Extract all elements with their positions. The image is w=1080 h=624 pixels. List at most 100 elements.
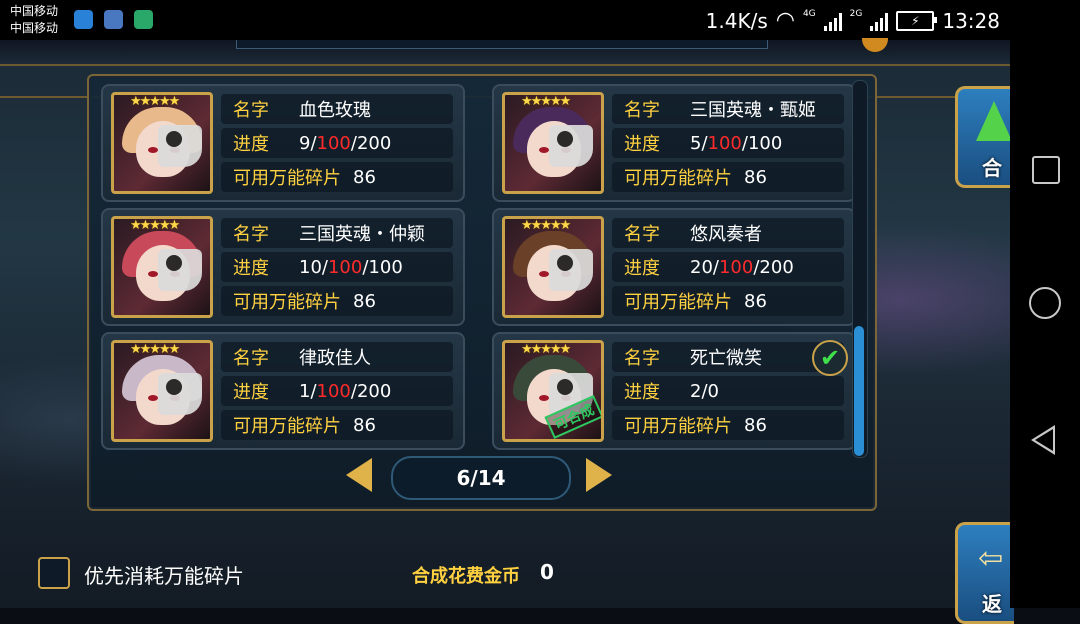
puzzle-piece-icon [549,125,593,167]
back-nav-icon[interactable] [1031,425,1055,455]
network-4g-label: 4G [802,9,816,19]
name-label: 名字 [624,224,660,245]
progress-row: 进度 5/100/100 [612,128,844,158]
signal-2g-icon [870,11,889,31]
compose-cost-label: 合成花费金币 [412,566,520,587]
carrier-2: 中国移动 [10,21,59,35]
hero-portrait: ★★★★★ [502,92,604,194]
hero-portrait: ★★★★★ [502,216,604,318]
hero-name: 血色玫瑰 [299,100,371,121]
fragment-card[interactable]: ★★★★★ 名字 血色玫瑰 进度 9/100/200 可用万能碎片 86 [101,84,465,202]
available-label: 可用万能碎片 [624,168,732,189]
name-label: 名字 [233,348,269,369]
available-value: 86 [744,290,767,312]
name-label: 名字 [624,348,660,369]
progress-value: 2/0 [690,380,719,402]
fragment-card[interactable]: ★★★★★ 名字 三国英魂・仲颖 进度 10/100/100 可用万能碎片 86 [101,208,465,326]
scrollbar-thumb[interactable] [854,326,864,456]
status-right: 1.4K/s ◠ 4G 2G ⚡ 13:28 [706,8,1000,33]
available-row: 可用万能碎片 86 [221,410,453,440]
hero-name: 律政佳人 [299,348,371,369]
available-row: 可用万能碎片 86 [612,286,844,316]
progress-value: 1/100/200 [299,381,391,402]
checkmark-icon[interactable]: ✔ [812,340,848,376]
fragment-card[interactable]: ★★★★★ 名字 悠风奏者 进度 20/100/200 可用万能碎片 86 [492,208,856,326]
progress-value: 10/100/100 [299,257,403,278]
puzzle-piece-icon [549,249,593,291]
progress-label: 进度 [233,134,269,155]
priority-checkbox[interactable] [38,557,70,589]
star-rating-icon: ★★★★★ [521,94,571,109]
hero-name: 悠风奏者 [690,224,762,245]
available-label: 可用万能碎片 [233,292,341,313]
progress-value: 20/100/200 [690,257,794,278]
progress-required: 100 [327,256,363,278]
progress-max: 100 [368,256,403,278]
prev-page-arrow-icon[interactable] [346,458,372,492]
compose-button-label: 合 [982,156,1002,180]
fragment-card[interactable]: ★★★★★ 名字 律政佳人进度 1/100/200 可用万能碎片 86 [101,332,465,450]
name-row: 名字 死亡微笑 [612,342,844,372]
progress-label: 进度 [624,134,660,155]
progress-required: 100 [316,380,351,402]
hero-eye [539,395,549,401]
name-row: 名字 三国英魂・甄姬 [612,94,844,124]
progress-max: 200 [356,380,392,402]
carrier-info: 中国移动 中国移动 [10,3,58,37]
name-row: 名字 三国英魂・仲颖 [221,218,453,248]
top-decoration [0,38,1010,66]
hero-name: 三国英魂・仲颖 [299,224,425,245]
hero-name: 三国英魂・甄姬 [690,100,816,121]
progress-row: 进度 1/100/200 [221,376,453,406]
top-tab-frame [236,40,768,49]
name-label: 名字 [233,100,269,121]
progress-required: 100 [718,256,754,278]
hero-eye [148,147,158,153]
progress-row: 进度 9/100/200 [221,128,453,158]
home-icon[interactable] [1029,287,1061,319]
compose-button[interactable]: 合 [955,86,1014,188]
progress-row: 进度 2/0 [612,376,844,406]
progress-label: 进度 [233,382,269,403]
available-row: 可用万能碎片 86 [612,410,844,440]
star-rating-icon: ★★★★★ [521,342,571,357]
available-label: 可用万能碎片 [624,292,732,313]
hero-name: 死亡微笑 [690,348,762,369]
hero-eye [539,147,549,153]
progress-label: 进度 [233,258,269,279]
progress-required: 100 [316,132,351,154]
available-label: 可用万能碎片 [624,416,732,437]
available-value: 86 [353,290,376,312]
back-arrow-icon: ⇦ [978,541,1004,576]
page-indicator: 6/14 [391,456,571,500]
hero-portrait: ★★★★★ [111,340,213,442]
priority-label: 优先消耗万能碎片 [84,564,244,588]
star-rating-icon: ★★★★★ [130,94,180,109]
carrier-1: 中国移动 [10,4,59,18]
fragment-card[interactable]: ★★★★★ 名字 三国英魂・甄姬 进度 5/100/100 可用万能碎片 86 [492,84,856,202]
progress-max: 200 [356,132,392,154]
fragment-card[interactable]: ★★★★★ 可合成 名字 死亡微笑 进度 2/0 可用万能碎片 86 ✔ [492,332,856,450]
back-button[interactable]: ⇦ 返 [955,522,1014,624]
location-app-icon [104,10,123,29]
hero-eye [148,395,158,401]
star-rating-icon: ★★★★★ [130,342,180,357]
available-value: 86 [353,414,376,436]
progress-max: 200 [759,256,794,278]
name-row: 名字 悠风奏者 [612,218,844,248]
coin-icon [862,38,888,52]
network-2g-label: 2G [849,9,863,19]
progress-current: 1 [299,380,311,402]
progress-row: 进度 10/100/100 [221,252,453,282]
progress-current: 9 [299,132,311,154]
recents-icon[interactable] [1032,156,1060,184]
star-rating-icon: ★★★★★ [521,218,571,233]
available-label: 可用万能碎片 [233,416,341,437]
name-row: 名字 血色玫瑰 [221,94,453,124]
name-label: 名字 [233,224,269,245]
back-button-label: 返 [982,592,1002,616]
network-speed: 1.4K/s [705,8,768,33]
gem-icon [976,101,1012,141]
next-page-arrow-icon[interactable] [586,458,612,492]
battery-charging-icon: ⚡ [896,10,938,31]
